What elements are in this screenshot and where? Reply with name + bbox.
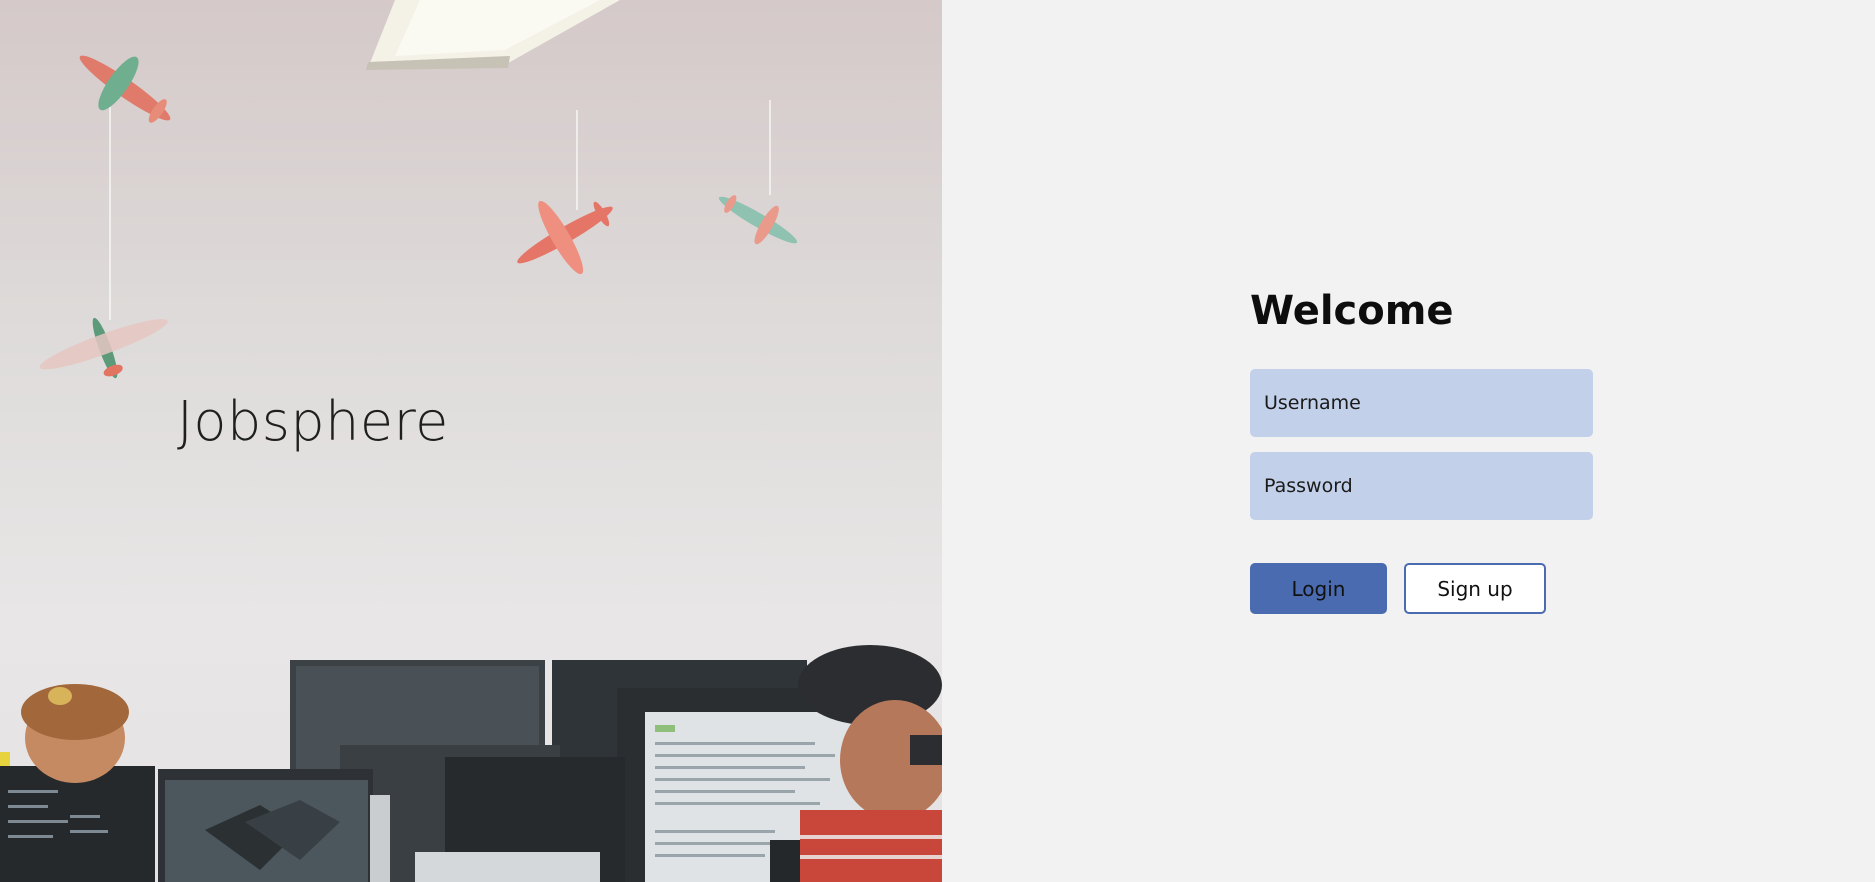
hero-panel: Jobsphere [0,0,942,882]
login-panel: Welcome Login Sign up [942,0,1875,882]
login-form: Welcome Login Sign up [1250,287,1595,614]
welcome-heading: Welcome [1250,288,1454,334]
form-actions: Login Sign up [1250,563,1595,614]
brand-title: Jobsphere [177,390,449,453]
password-input[interactable] [1250,452,1593,520]
username-input[interactable] [1250,369,1593,437]
login-button[interactable]: Login [1250,563,1387,614]
signup-button[interactable]: Sign up [1404,563,1546,614]
page: Jobsphere Welcome Login Sign up [0,0,1875,882]
office-photo [0,0,942,882]
